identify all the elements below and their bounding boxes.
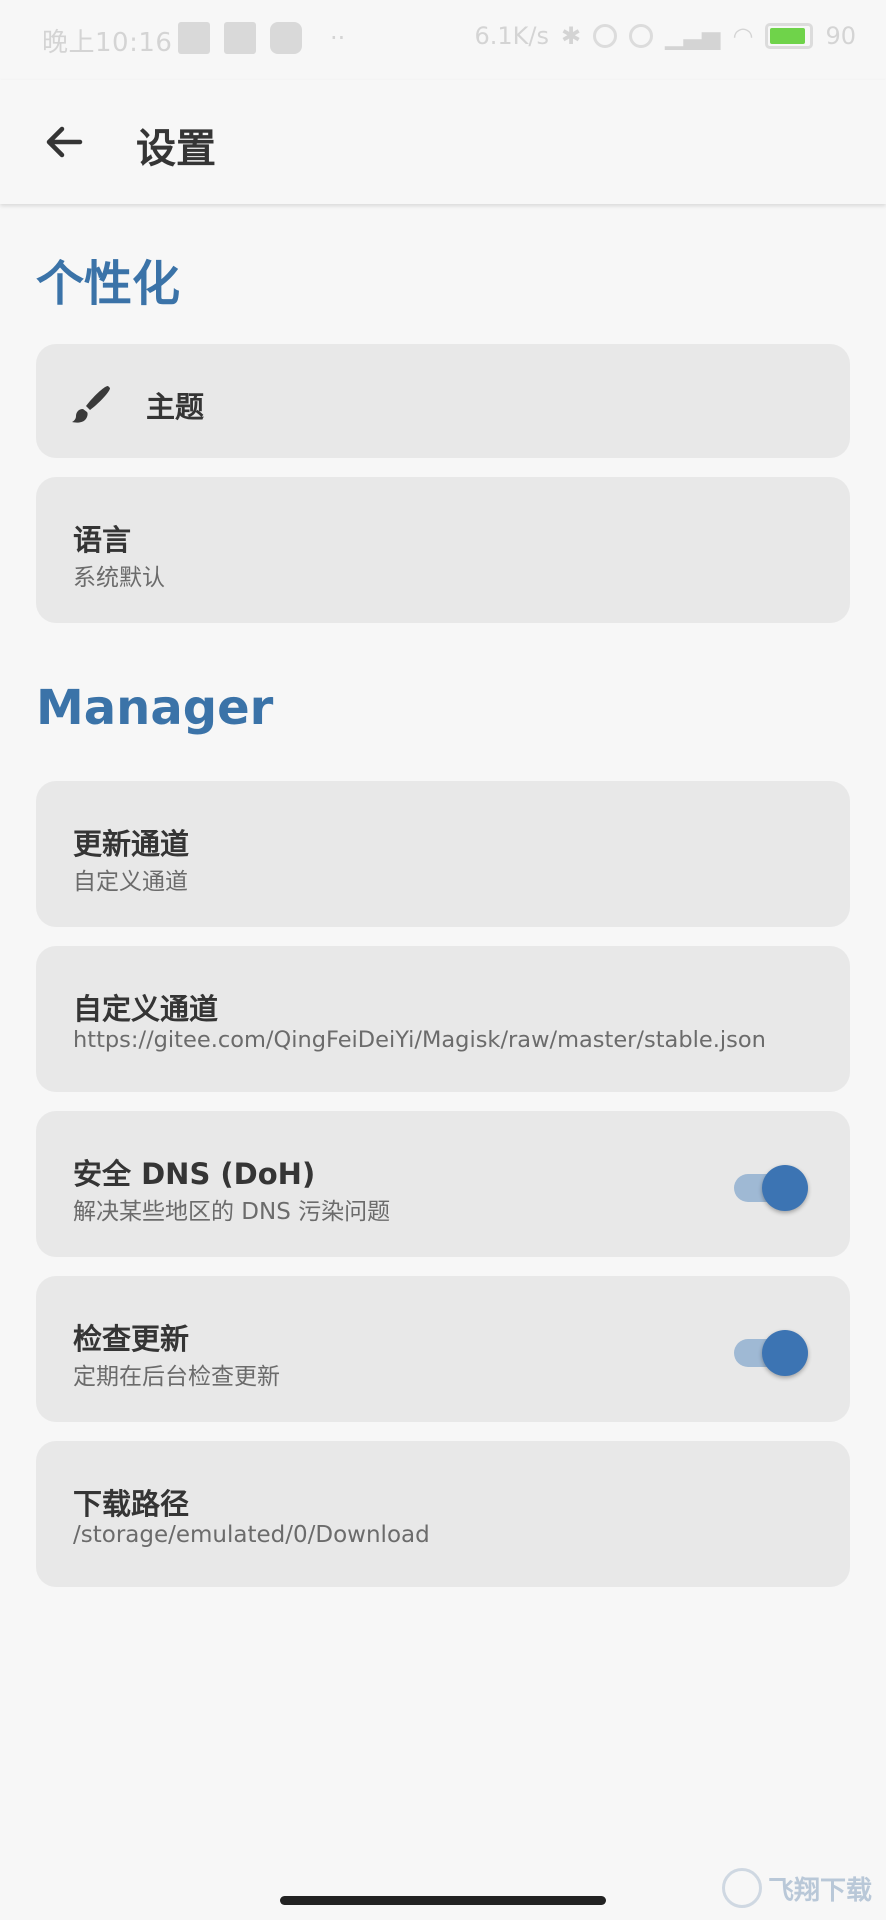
network-speed: 6.1K/s — [474, 22, 550, 50]
update-channel-title: 更新通道 — [73, 827, 190, 861]
notification-app-icon — [178, 22, 210, 54]
watermark: 飞翔下载 — [721, 1868, 872, 1908]
section-title-manager: Manager — [36, 680, 274, 736]
battery-icon — [765, 23, 814, 49]
toggle-thumb — [762, 1330, 808, 1376]
check-update-description: 定期在后台检查更新 — [73, 1364, 280, 1390]
section-title-personalization: 个性化 — [36, 256, 181, 312]
home-indicator[interactable] — [280, 1896, 606, 1905]
update-channel-setting[interactable]: 更新通道 自定义通道 — [36, 781, 850, 927]
battery-level-fill — [770, 28, 805, 44]
update-channel-value: 自定义通道 — [73, 869, 188, 895]
wifi-icon: ◠ — [732, 22, 754, 50]
check-update-title: 检查更新 — [73, 1322, 190, 1356]
secure-dns-setting[interactable]: 安全 DNS (DoH) 解决某些地区的 DNS 污染问题 — [36, 1111, 850, 1257]
language-setting[interactable]: 语言 系统默认 — [36, 477, 850, 623]
app-bar: 设置 — [0, 80, 886, 204]
notification-image-icon — [224, 22, 256, 54]
theme-title: 主题 — [146, 390, 205, 424]
secure-dns-toggle[interactable] — [734, 1157, 808, 1211]
download-path-setting[interactable]: 下载路径 /storage/emulated/0/Download — [36, 1441, 850, 1587]
bluetooth-icon: ✱ — [561, 22, 582, 50]
toggle-thumb — [762, 1165, 808, 1211]
battery-percentage: 90 — [825, 22, 856, 50]
language-value: 系统默认 — [73, 565, 165, 591]
page-title: 设置 — [136, 126, 216, 172]
do-not-disturb-icon — [593, 24, 618, 48]
more-notifications-icon: ·· — [330, 24, 346, 52]
custom-channel-url: https://gitee.com/QingFeiDeiYi/Magisk/ra… — [73, 1027, 766, 1053]
alarm-icon — [629, 24, 654, 48]
secure-dns-title: 安全 DNS (DoH) — [73, 1157, 316, 1191]
watermark-logo-icon — [721, 1868, 762, 1908]
custom-channel-setting[interactable]: 自定义通道 https://gitee.com/QingFeiDeiYi/Mag… — [36, 946, 850, 1092]
theme-setting[interactable]: 主题 — [36, 344, 850, 458]
language-title: 语言 — [73, 523, 132, 557]
notification-icons: ·· — [178, 22, 345, 54]
arrow-left-icon[interactable] — [40, 118, 88, 166]
watermark-text: 飞翔下载 — [767, 1875, 872, 1906]
check-update-setting[interactable]: 检查更新 定期在后台检查更新 — [36, 1276, 850, 1422]
status-time: 晚上10:16 — [42, 28, 173, 58]
check-update-toggle[interactable] — [734, 1322, 808, 1376]
custom-channel-title: 自定义通道 — [73, 992, 219, 1026]
status-indicators: 6.1K/s ✱ ▁▃▅ ◠ 90 — [475, 22, 856, 50]
signal-icon: ▁▃▅ — [665, 22, 721, 50]
download-path-value: /storage/emulated/0/Download — [73, 1522, 430, 1548]
status-bar: 晚上10:16 ·· 6.1K/s ✱ ▁▃▅ ◠ 90 — [0, 0, 886, 80]
notification-bag-icon — [270, 22, 302, 54]
secure-dns-description: 解决某些地区的 DNS 污染问题 — [73, 1199, 391, 1225]
download-path-title: 下载路径 — [73, 1487, 190, 1521]
brush-icon — [72, 386, 110, 423]
